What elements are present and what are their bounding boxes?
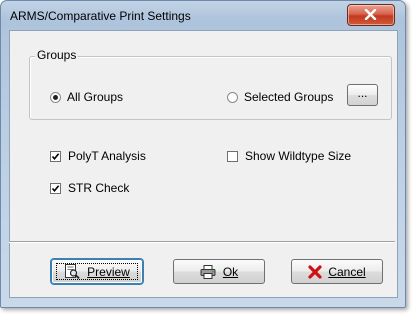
groups-groupbox xyxy=(29,56,392,120)
str-check-checkbox[interactable]: STR Check xyxy=(50,181,129,195)
polyt-analysis-label: PolyT Analysis xyxy=(68,149,146,163)
cancel-button[interactable]: Cancel xyxy=(291,259,383,284)
printer-icon xyxy=(200,264,217,279)
radio-indicator-unchecked[interactable] xyxy=(227,91,238,103)
close-button[interactable] xyxy=(347,4,395,26)
cancel-label: Cancel xyxy=(328,264,366,279)
title-bar[interactable]: ARMS/Comparative Print Settings xyxy=(1,1,405,31)
preview-button[interactable]: Preview xyxy=(51,259,143,284)
red-x-icon xyxy=(308,264,322,279)
browse-groups-button[interactable]: ... xyxy=(347,84,378,106)
ok-label: Ok xyxy=(222,264,239,279)
radio-indicator-checked[interactable] xyxy=(50,91,61,103)
footer-separator-highlight xyxy=(9,242,395,243)
checkmark-icon xyxy=(51,152,60,160)
selected-groups-label: Selected Groups xyxy=(244,90,334,104)
polyt-analysis-checkbox[interactable]: PolyT Analysis xyxy=(50,149,146,163)
checkbox-box-checked[interactable] xyxy=(50,182,61,194)
browse-groups-label: ... xyxy=(357,86,368,100)
groups-legend: Groups xyxy=(35,48,79,62)
focus-rectangle xyxy=(56,263,138,280)
window-title: ARMS/Comparative Print Settings xyxy=(10,9,191,23)
str-check-label: STR Check xyxy=(68,181,130,195)
checkbox-box-checked[interactable] xyxy=(50,150,61,162)
close-icon xyxy=(364,9,377,20)
all-groups-label: All Groups xyxy=(67,90,124,104)
show-wildtype-size-label: Show Wildtype Size xyxy=(245,149,352,163)
ok-button[interactable]: Ok xyxy=(173,259,265,284)
selected-groups-radio[interactable]: Selected Groups xyxy=(227,90,333,104)
show-wildtype-size-checkbox[interactable]: Show Wildtype Size xyxy=(227,149,351,163)
checkbox-box-unchecked[interactable] xyxy=(227,150,238,162)
checkmark-icon xyxy=(51,184,60,192)
all-groups-radio[interactable]: All Groups xyxy=(50,90,123,104)
